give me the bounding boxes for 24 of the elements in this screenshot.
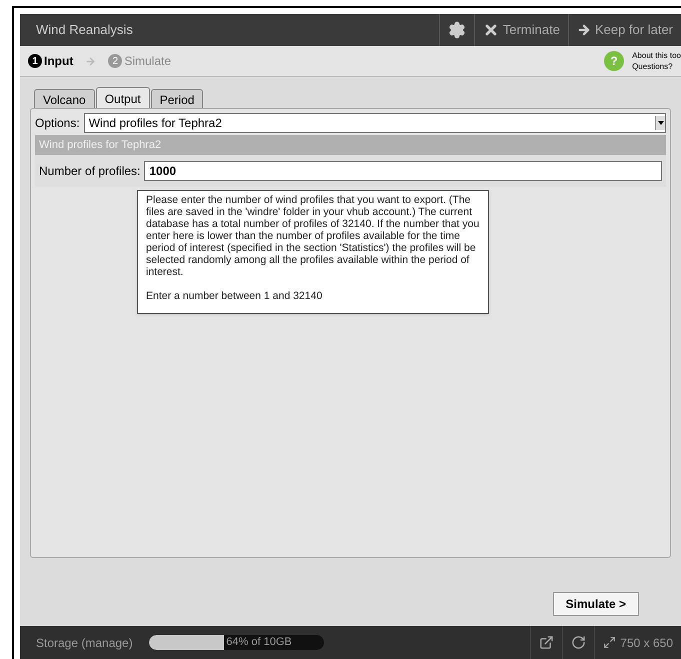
storage-link[interactable]: Storage (manage): [20, 634, 133, 652]
refresh-icon[interactable]: [571, 635, 586, 650]
tab[interactable]: Output: [96, 87, 150, 109]
step-indicator: 2 Simulate: [108, 52, 172, 70]
section-header: Wind profiles for Tephra2: [35, 135, 666, 155]
resize-icon: [603, 636, 616, 649]
window-title: Wind Reanalysis: [35, 21, 134, 40]
step-indicator: 1 Input: [28, 52, 74, 70]
resize-button[interactable]: 750 x 650: [594, 626, 681, 659]
field-label: Number of profiles:: [39, 163, 140, 180]
popout-icon[interactable]: [539, 635, 554, 650]
tab[interactable]: Volcano: [34, 89, 95, 109]
gear-icon[interactable]: [448, 21, 466, 39]
tooltip-text: Please enter the number of wind profiles that you want to export. (The files are saved in the 'windre' folder in your vhub account.) The current database has a total number of profiles of 32140. If the number that you enter here is lower than the number of profiles available for the time period of interest (specified in the section 'Statistics') the profiles will be selected randomly among all the profiles available within the period of interest.: [146, 194, 480, 278]
close-icon: [482, 22, 499, 38]
number-of-profiles-field[interactable]: 1000: [144, 161, 662, 181]
questions-link[interactable]: Questions?: [632, 61, 681, 72]
about-link[interactable]: About this too: [632, 50, 681, 61]
options-dropdown[interactable]: Wind profiles for Tephra2: [84, 113, 666, 133]
arrow-icon: [85, 56, 96, 66]
simulate-button[interactable]: Simulate >: [552, 592, 639, 616]
tooltip-text: Enter a number between 1 and 32140: [146, 290, 324, 302]
tab[interactable]: Period: [150, 89, 204, 109]
options-label: Options:: [35, 115, 80, 132]
